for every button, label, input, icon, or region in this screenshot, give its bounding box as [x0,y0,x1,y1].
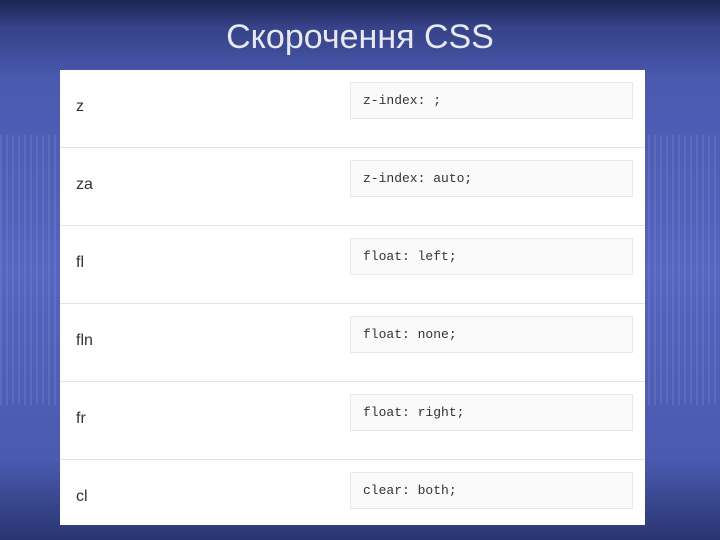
table-row: fr float: right; [60,382,645,460]
expansion-cell: float: right; [350,382,645,459]
table-row: fl float: left; [60,226,645,304]
abbrev-cell: fln [60,304,350,381]
expansion-cell: float: left; [350,226,645,303]
abbrev-cell: za [60,148,350,225]
table-row: cl clear: both; [60,460,645,525]
code-box: z-index: ; [350,82,633,119]
expansion-cell: z-index: ; [350,70,645,147]
abbrev-cell: fr [60,382,350,459]
abbrev-cell: cl [60,460,350,525]
code-box: z-index: auto; [350,160,633,197]
slide-title: Скорочення CSS [0,18,720,57]
table-row: fln float: none; [60,304,645,382]
abbrev-cell: z [60,70,350,147]
abbrev-cell: fl [60,226,350,303]
code-box: clear: both; [350,472,633,509]
table-row: za z-index: auto; [60,148,645,226]
table-row: z z-index: ; [60,70,645,148]
code-box: float: none; [350,316,633,353]
expansion-cell: clear: both; [350,460,645,525]
code-box: float: left; [350,238,633,275]
code-box: float: right; [350,394,633,431]
expansion-cell: float: none; [350,304,645,381]
expansion-cell: z-index: auto; [350,148,645,225]
shortcuts-table: z z-index: ; za z-index: auto; fl float:… [60,70,645,525]
